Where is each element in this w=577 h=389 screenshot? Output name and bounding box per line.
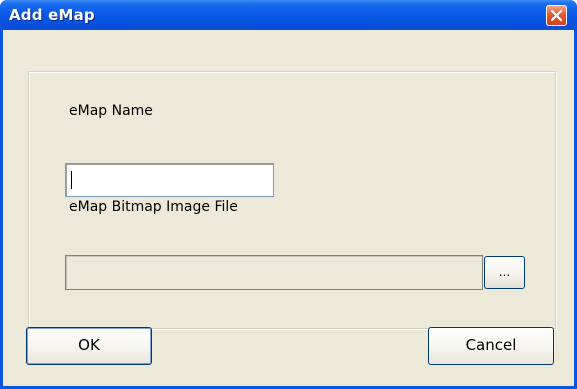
ok-button[interactable]: OK bbox=[26, 327, 152, 365]
emap-file-label: eMap Bitmap Image File bbox=[69, 199, 238, 215]
text-caret bbox=[71, 171, 72, 189]
title-bar[interactable]: Add eMap bbox=[0, 0, 577, 30]
emap-name-label: eMap Name bbox=[69, 103, 153, 119]
cancel-button[interactable]: Cancel bbox=[428, 327, 554, 365]
close-button[interactable] bbox=[546, 5, 567, 26]
add-emap-dialog: Add eMap eMap Name eMap Bitmap Image Fil… bbox=[0, 0, 577, 389]
close-icon bbox=[550, 9, 563, 22]
dialog-client-area: eMap Name eMap Bitmap Image File ... OK … bbox=[3, 30, 574, 386]
emap-file-path-input[interactable] bbox=[65, 255, 483, 290]
emap-name-input[interactable] bbox=[65, 163, 274, 197]
window-title: Add eMap bbox=[9, 6, 95, 24]
browse-button[interactable]: ... bbox=[484, 256, 525, 289]
